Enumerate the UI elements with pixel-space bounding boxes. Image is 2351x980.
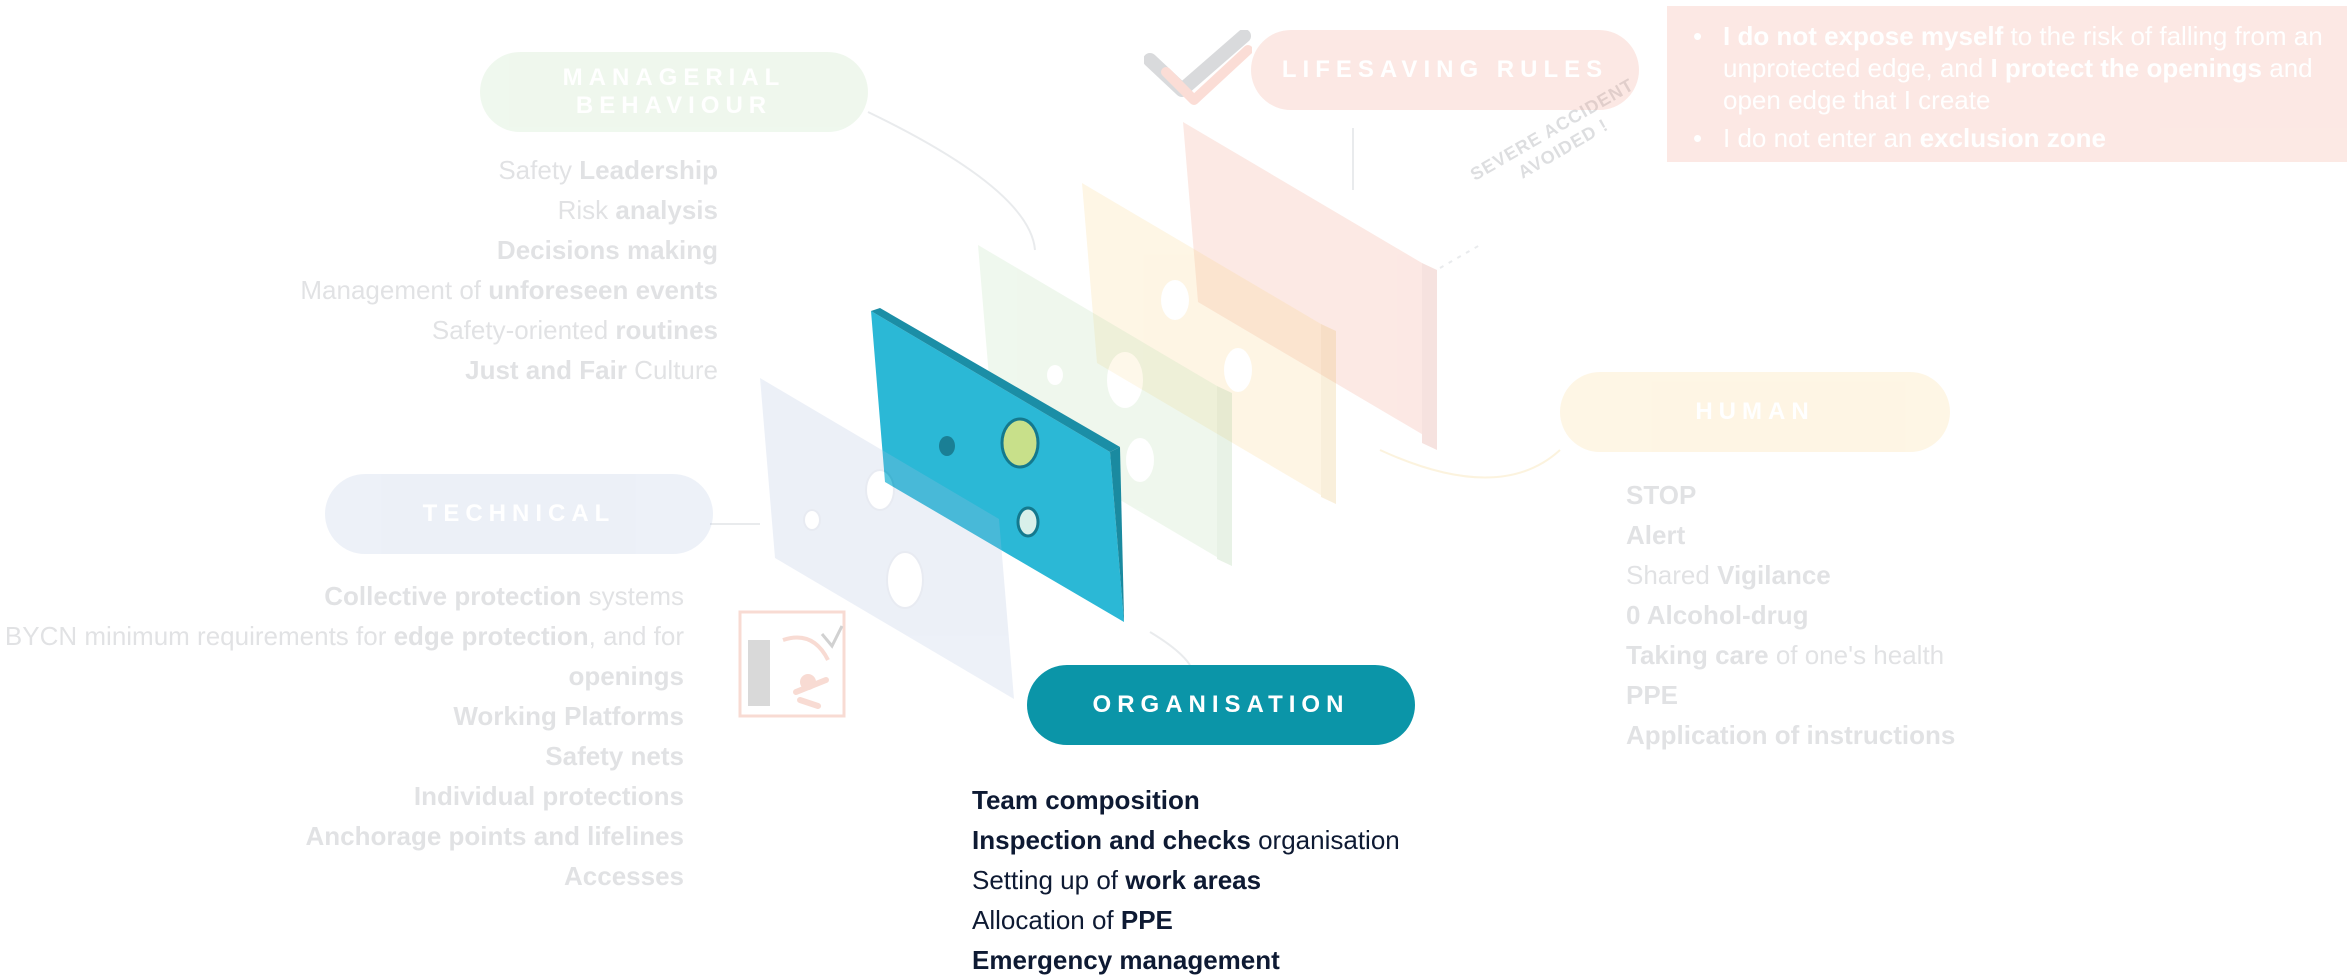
lifesaving-rule: I do not enter an exclusion zone: [1689, 122, 2327, 154]
managerial-item-text: analysis: [615, 195, 718, 225]
managerial-item-text: routines: [615, 315, 718, 345]
lifesaving-rule-text: I protect the openings: [1990, 53, 2263, 83]
lifesaving-rules-pill: LIFESAVING RULES: [1251, 30, 1639, 110]
technical-item: Working Platforms: [5, 696, 684, 736]
managerial-item: Risk analysis: [300, 190, 718, 230]
technical-item-text: Safety nets: [545, 741, 684, 771]
organisation-item-text: Setting up of: [972, 865, 1126, 895]
organisation-pill: ORGANISATION: [1027, 665, 1415, 745]
technical-pill: TECHNICAL: [325, 474, 713, 554]
human-item: PPE: [1626, 675, 1955, 715]
falling-worker-icon: [738, 610, 846, 718]
managerial-item: Just and Fair Culture: [300, 350, 718, 390]
connector-human: [1379, 449, 1561, 479]
managerial-item-text: Safety-oriented: [431, 315, 616, 345]
technical-item-text: Working Platforms: [453, 701, 684, 731]
organisation-item-text: Inspection and checks: [972, 825, 1251, 855]
managerial-item-text: Risk: [557, 195, 616, 225]
lifesaving-rule-text: I do not expose myself: [1723, 21, 2004, 51]
human-item-text: Application of instructions: [1626, 720, 1956, 750]
organisation-item-text: Allocation of: [972, 905, 1121, 935]
lifesaving-rules-list: I do not expose myself to the risk of fa…: [1689, 20, 2327, 154]
managerial-item-text: Just and Fair: [465, 355, 627, 385]
technical-item: Safety nets: [5, 736, 684, 776]
technical-item-text: Accesses: [564, 861, 684, 891]
human-item: 0 Alcohol-drug: [1626, 595, 1955, 635]
connector-organisation: [1149, 631, 1191, 666]
managerial-item: Decisions making: [300, 230, 718, 270]
technical-item: Anchorage points and lifelines: [5, 816, 685, 856]
technical-item: Individual protections: [5, 776, 684, 816]
organisation-item: Allocation of PPE: [972, 900, 1400, 940]
organisation-item-text: Emergency management: [972, 945, 1280, 975]
human-list: STOP Alert Shared Vigilance 0 Alcohol-drug T…: [1626, 475, 1955, 755]
human-item-text: Shared: [1626, 560, 1718, 590]
lifesaving-rule-text: exclusion zone: [1919, 123, 2106, 153]
technical-item-text: systems: [581, 581, 684, 611]
organisation-item: Inspection and checks organisation: [972, 820, 1400, 860]
technical-item: Accesses: [5, 856, 684, 896]
technical-item: BYCN minimum requirements for edge prote…: [5, 616, 684, 656]
human-item-text: Taking care: [1626, 640, 1769, 670]
lifesaving-rule-text: I do not enter an: [1723, 123, 1920, 153]
human-item-text: STOP: [1626, 480, 1697, 510]
managerial-item-text: Safety: [498, 155, 580, 185]
human-item: STOP: [1626, 475, 1955, 515]
managerial-item: Safety Leadership: [300, 150, 718, 190]
human-item-text: Vigilance: [1717, 560, 1831, 590]
managerial-item-text: Leadership: [579, 155, 718, 185]
organisation-item-text: Team composition: [972, 785, 1200, 815]
human-item: Taking care of one's health: [1626, 635, 1955, 675]
organisation-item-text: work areas: [1125, 865, 1262, 895]
managerial-item: Management of unforeseen events: [300, 270, 718, 310]
managerial-item-text: Management of: [300, 275, 489, 305]
human-pill: HUMAN: [1560, 372, 1950, 452]
lifesaving-rules-box: I do not expose myself to the risk of fa…: [1667, 6, 2347, 162]
technical-item-text: , and for: [588, 621, 684, 651]
managerial-item-text: unforeseen events: [488, 275, 718, 305]
human-item: Alert: [1626, 515, 1955, 555]
organisation-item-text: organisation: [1250, 825, 1400, 855]
technical-item: Collective protection systems: [5, 576, 684, 616]
managerial-item-text: Decisions making: [496, 235, 718, 265]
organisation-list: Team composition Inspection and checks or…: [972, 780, 1400, 980]
technical-item-text: edge protection: [393, 621, 589, 651]
human-item-text: of one's health: [1768, 640, 1945, 670]
technical-item-text: Anchorage points and lifelines: [305, 821, 685, 851]
connector-stamp: [1439, 244, 1481, 269]
lifesaving-rule: I do not expose myself to the risk of fa…: [1689, 20, 2327, 116]
managerial-behaviour-pill: MANAGERIAL BEHAVIOUR: [480, 52, 868, 132]
human-item-text: 0 Alcohol-drug: [1626, 600, 1809, 630]
connector-managerial: [867, 111, 1036, 251]
human-item: Shared Vigilance: [1626, 555, 1955, 595]
organisation-item: Setting up of work areas: [972, 860, 1400, 900]
check-logo-icon: [1144, 30, 1252, 105]
organisation-item-text: PPE: [1120, 905, 1173, 935]
technical-item-text: openings: [568, 661, 684, 691]
technical-item-text: BYCN minimum requirements for: [4, 621, 394, 651]
managerial-item: Safety-oriented routines: [300, 310, 718, 350]
organisation-item: Team composition: [972, 780, 1400, 820]
organisation-item: Emergency management: [972, 940, 1400, 980]
managerial-item-text: Culture: [626, 355, 718, 385]
technical-item-text: Individual protections: [413, 781, 684, 811]
human-item-text: PPE: [1626, 680, 1679, 710]
technical-list: Collective protection systems BYCN minimu…: [5, 576, 684, 896]
managerial-behaviour-list: Safety Leadership Risk analysis Decisions …: [300, 150, 718, 390]
human-item-text: Alert: [1626, 520, 1686, 550]
human-item: Application of instructions: [1626, 715, 1955, 755]
technical-item: openings: [5, 656, 684, 696]
technical-item-text: Collective protection: [324, 581, 582, 611]
